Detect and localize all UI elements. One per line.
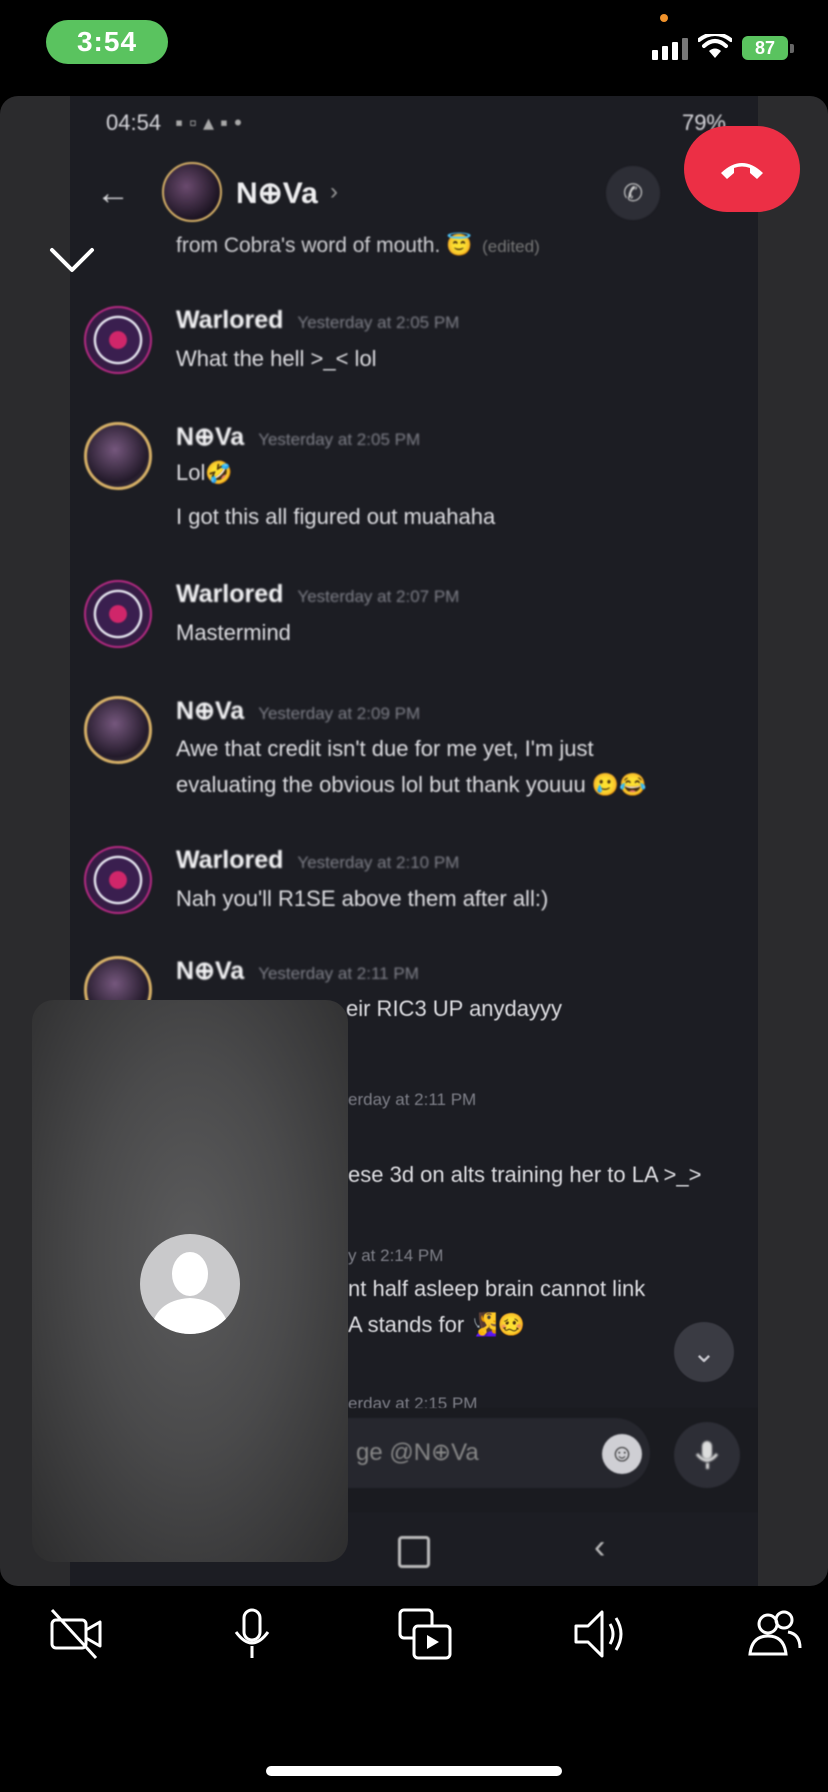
previous-message-line: from Cobra's word of mouth. 😇 (edited) [176,234,540,258]
back-arrow-icon: ← [96,174,130,212]
message-text: Awe that credit isn't due for me yet, I'… [176,736,594,761]
message-author: N⊕Va Yesterday at 2:11 PM [176,956,419,986]
recents-icon [398,1536,430,1568]
message-author: N⊕Va Yesterday at 2:09 PM [176,696,420,726]
message-input-placeholder: ge @N⊕Va [356,1439,479,1466]
message-text: I got this all figured out muahaha [176,504,496,529]
participants-icon[interactable] [744,1604,804,1664]
microphone-icon[interactable] [222,1604,282,1664]
self-video-tile[interactable] [32,1000,348,1562]
message-text: What the hell >_< lol [176,346,377,371]
author-name: Warlored [176,306,284,334]
author-name: Warlored [176,580,284,608]
android-back-icon: ‹ [594,1528,606,1566]
chevron-right-icon: › [330,178,338,205]
message-text: eir RIC3 UP anydayyy [346,996,563,1021]
camera-off-icon[interactable] [46,1604,106,1664]
message-timestamp: Yesterday at 2:05 PM [297,313,460,332]
avatar [84,306,152,374]
status-time[interactable]: 3:54 [46,20,168,64]
chat-header: ← N⊕Va › ✆ [70,156,758,230]
mic-in-use-indicator [660,14,668,22]
message-timestamp: erday at 2:11 PM [348,1090,477,1109]
emoji-icon: ☺ [602,1434,642,1474]
author-name: N⊕Va [176,957,245,985]
ios-status-bar: 3:54 87 [0,0,828,96]
previous-message-text: from Cobra's word of mouth. 😇 [176,234,473,257]
message-text: Nah you'll R1SE above them after all:) [176,886,549,911]
message-timestamp: Yesterday at 2:09 PM [258,704,421,723]
message-text: nt half asleep brain cannot link [348,1276,646,1301]
person-icon [150,1252,230,1334]
android-status-bar: 04:54 ▪ ▫ ▴ ▪ • 79% [106,110,726,136]
message-text: Lol🤣 [176,460,233,485]
chevron-down-icon[interactable] [48,246,96,274]
message-author: Warlored Yesterday at 2:07 PM [176,580,459,609]
battery-tip [790,44,794,53]
home-indicator[interactable] [266,1766,562,1776]
message-author: Warlored Yesterday at 2:05 PM [176,306,459,335]
message-text: evaluating the obvious lol but thank you… [176,772,647,797]
microphone-icon [674,1422,740,1488]
end-call-button[interactable] [684,126,800,212]
cellular-signal-icon [652,38,688,60]
message-timestamp: Yesterday at 2:07 PM [297,587,460,606]
speaker-icon[interactable] [570,1604,630,1664]
message-timestamp: Yesterday at 2:10 PM [297,853,460,872]
author-name: N⊕Va [176,697,245,725]
message-text: Mastermind [176,620,291,645]
message-timestamp: Yesterday at 2:05 PM [258,430,421,449]
battery-level: 87 [754,37,776,58]
message-text: ese 3d on alts training her to LA >_> [348,1162,702,1187]
avatar [84,696,152,764]
message-timestamp: y at 2:14 PM [348,1246,444,1265]
screen-share-icon[interactable] [396,1604,456,1664]
message-author: Warlored Yesterday at 2:10 PM [176,846,459,875]
hang-up-icon [721,163,763,179]
scroll-to-bottom-icon: ⌄ [674,1322,734,1382]
call-controls [0,1596,828,1666]
phone-icon: ✆ [606,166,660,220]
avatar [140,1234,240,1334]
chat-name: N⊕Va [236,177,318,210]
author-name: N⊕Va [176,423,245,451]
android-time: 04:54 [106,110,162,135]
avatar [84,422,152,490]
battery-indicator: 87 [742,36,788,60]
message-author: N⊕Va Yesterday at 2:05 PM [176,422,420,452]
avatar [162,162,222,222]
avatar [84,580,152,648]
author-name: Warlored [176,846,284,874]
message-timestamp: Yesterday at 2:11 PM [258,964,419,983]
android-notification-icons: ▪ ▫ ▴ ▪ • [175,110,242,135]
edited-label: (edited) [482,237,540,256]
avatar [84,846,152,914]
message-text: A stands for 🧏‍♀️🥴 [348,1312,526,1337]
wifi-icon [698,34,732,58]
